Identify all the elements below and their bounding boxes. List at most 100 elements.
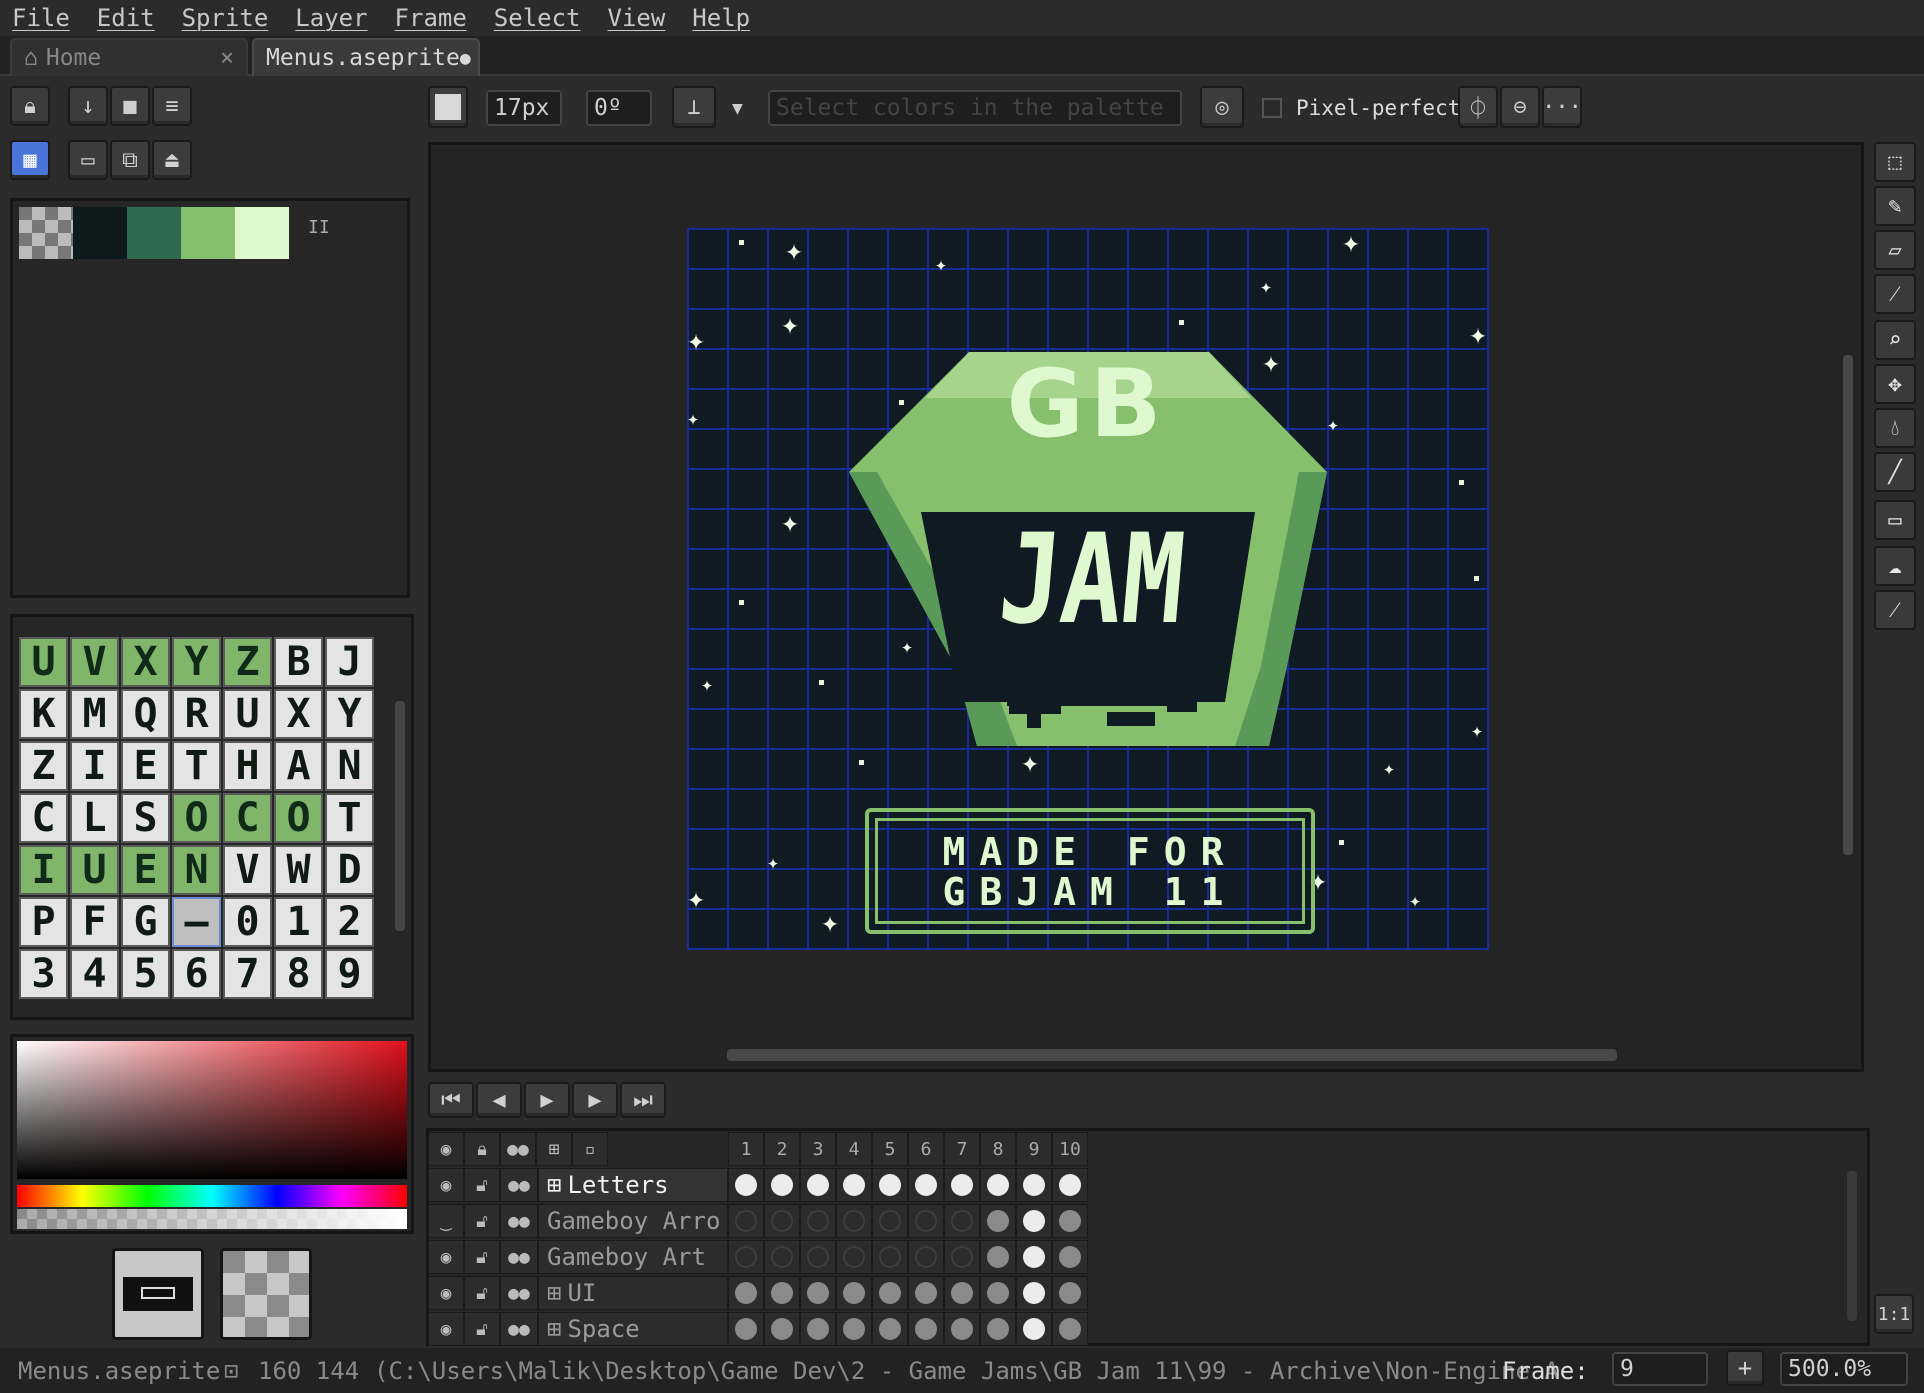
canvas-vertical-scrollbar[interactable] — [1843, 355, 1853, 855]
next-frame-icon[interactable]: ▶ — [572, 1082, 618, 1118]
tile[interactable]: 4 — [70, 949, 119, 999]
palette-color-filter[interactable]: Select colors in the palette — [768, 90, 1182, 126]
continuous-icon[interactable]: ●● — [500, 1240, 538, 1274]
download-icon[interactable]: ↓ — [68, 86, 108, 126]
cel[interactable] — [728, 1168, 764, 1202]
layer-row[interactable]: ◉ 🔓︎ ●● ⊞ Letters — [428, 1168, 1088, 1204]
cel[interactable] — [944, 1240, 980, 1274]
tile[interactable]: G — [121, 897, 170, 947]
previous-frame-icon[interactable]: ◀ — [476, 1082, 522, 1118]
eraser-tool-icon[interactable]: ▱ — [1874, 230, 1916, 270]
continuous-icon[interactable]: ●● — [500, 1132, 536, 1166]
cel[interactable] — [728, 1276, 764, 1310]
tile[interactable]: T — [172, 741, 221, 791]
cel[interactable] — [1052, 1276, 1088, 1310]
text-tool-icon[interactable]: ⁄ — [1874, 590, 1916, 630]
tile[interactable]: M — [70, 689, 119, 739]
cel[interactable] — [1016, 1276, 1052, 1310]
tile[interactable]: J — [325, 637, 374, 687]
tile[interactable]: 9 — [325, 949, 374, 999]
cel[interactable] — [728, 1312, 764, 1346]
visibility-eye-icon[interactable]: ◉ — [428, 1240, 464, 1274]
cel[interactable] — [908, 1168, 944, 1202]
cel[interactable] — [800, 1168, 836, 1202]
cel[interactable] — [944, 1312, 980, 1346]
tile[interactable]: R — [172, 689, 221, 739]
menu-file[interactable]: File — [12, 4, 70, 32]
tile[interactable]: O — [172, 793, 221, 843]
cel[interactable] — [800, 1240, 836, 1274]
cel[interactable] — [764, 1312, 800, 1346]
tile[interactable]: N — [172, 845, 221, 895]
tile[interactable]: U — [70, 845, 119, 895]
palette-swatch-1[interactable] — [73, 207, 127, 259]
menu-layer[interactable]: Layer — [295, 4, 367, 32]
tile[interactable]: 3 — [19, 949, 68, 999]
visibility-eye-icon[interactable]: ◉ — [428, 1276, 464, 1310]
continuous-icon[interactable]: ●● — [500, 1312, 538, 1346]
cel[interactable] — [1052, 1204, 1088, 1238]
cel[interactable] — [980, 1240, 1016, 1274]
cel[interactable] — [908, 1240, 944, 1274]
cel[interactable] — [872, 1240, 908, 1274]
frame-header[interactable]: 5 — [872, 1132, 908, 1166]
frame-header[interactable]: 10 — [1052, 1132, 1088, 1166]
cel[interactable] — [800, 1276, 836, 1310]
layer-name[interactable]: ⊞ Letters — [538, 1168, 728, 1202]
symmetry-horizontal-icon[interactable]: ⊖ — [1500, 86, 1540, 128]
lock-icon[interactable]: 🔒︎ — [10, 86, 50, 126]
cel[interactable] — [764, 1168, 800, 1202]
brush-type-button[interactable] — [428, 86, 468, 128]
stamp-icon[interactable]: ⊥ — [672, 86, 716, 128]
tile[interactable]: X — [121, 637, 170, 687]
frame-field[interactable]: 9 — [1612, 1352, 1708, 1386]
eyedropper-tool-icon[interactable]: ⁄ — [1874, 274, 1916, 314]
tile[interactable]: L — [70, 793, 119, 843]
cel[interactable] — [908, 1204, 944, 1238]
tile[interactable]: 5 — [121, 949, 170, 999]
frame-header[interactable]: 6 — [908, 1132, 944, 1166]
tile[interactable]: C — [19, 793, 68, 843]
sort-icon[interactable]: ■ — [110, 86, 150, 126]
visibility-eye-icon[interactable]: ‿ — [428, 1204, 464, 1238]
tile[interactable]: I — [19, 845, 68, 895]
chevron-down-icon[interactable]: ▼ — [732, 98, 743, 119]
menu-select[interactable]: Select — [494, 4, 581, 32]
tile[interactable]: V — [223, 845, 272, 895]
tile[interactable]: Z — [19, 741, 68, 791]
cel[interactable] — [764, 1276, 800, 1310]
tile[interactable]: 6 — [172, 949, 221, 999]
tile[interactable]: Y — [172, 637, 221, 687]
cel[interactable] — [872, 1204, 908, 1238]
cel[interactable] — [1016, 1168, 1052, 1202]
cel[interactable] — [944, 1276, 980, 1310]
frame-header[interactable]: 3 — [800, 1132, 836, 1166]
unlock-icon[interactable]: 🔓︎ — [464, 1240, 500, 1274]
tile[interactable]: Z — [223, 637, 272, 687]
palette-options[interactable]: II — [308, 217, 330, 238]
tile[interactable]: A — [274, 741, 323, 791]
pixel-perfect-checkbox[interactable] — [1262, 98, 1282, 118]
unlock-icon[interactable]: 🔓︎ — [464, 1168, 500, 1202]
tile[interactable]: N — [325, 741, 374, 791]
zoom-tool-icon[interactable]: ⌕ — [1874, 320, 1916, 360]
tile[interactable]: S — [121, 793, 170, 843]
palette-transparent-swatch[interactable] — [19, 207, 73, 259]
visibility-eye-icon[interactable]: ◉ — [428, 1312, 464, 1346]
frame-header[interactable]: 4 — [836, 1132, 872, 1166]
cel[interactable] — [728, 1204, 764, 1238]
brush-angle-field[interactable]: 0º — [586, 90, 652, 126]
tile[interactable]: 1 — [274, 897, 323, 947]
frame-header[interactable]: 1 — [728, 1132, 764, 1166]
layer-row[interactable]: ◉ 🔓︎ ●● ⊞ Space — [428, 1312, 1088, 1348]
unlock-icon[interactable]: 🔓︎ — [464, 1276, 500, 1310]
continuous-icon[interactable]: ●● — [500, 1204, 538, 1238]
tab-document[interactable]: Menus.aseprite ● — [252, 38, 480, 76]
sprite-canvas[interactable]: ✦ ✦ ✦ ✦ ✦ ✦ ✦ ✦ ✦ ✦ ✦ ✦ ✦ ✦ ✦ ✦ ✦ ✦ ✦ ✦ … — [687, 228, 1489, 950]
tile[interactable]: I — [70, 741, 119, 791]
cel[interactable] — [908, 1312, 944, 1346]
blur-tool-icon[interactable]: ☁︎ — [1874, 546, 1916, 586]
ink-mode-icon[interactable]: ◎ — [1200, 86, 1244, 128]
lock-icon[interactable]: 🔒︎ — [464, 1132, 500, 1166]
fill-tool-icon[interactable]: 💧︎ — [1874, 408, 1916, 448]
